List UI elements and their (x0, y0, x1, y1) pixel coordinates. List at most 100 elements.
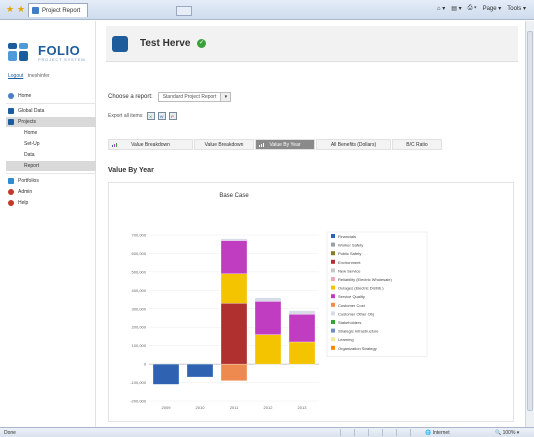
browser-status-bar: Done 🌐 Internet 🔍 100% ▾ (0, 427, 534, 437)
scrollbar-thumb[interactable] (527, 31, 533, 411)
user-info: Logout tneshinfer (8, 73, 50, 79)
section-title: Value By Year (108, 167, 154, 174)
choose-report-label: Choose a report: (108, 94, 153, 100)
zoom-level[interactable]: 🔍 100% ▾ (495, 430, 519, 436)
x-tick-label: 2009 (162, 405, 172, 410)
folio-logo-icon (8, 43, 30, 63)
legend-label: Public Safety (338, 251, 361, 256)
legend-swatch (331, 302, 335, 307)
bar-segment (254, 334, 282, 365)
legend-swatch (331, 251, 335, 256)
legend-swatch (331, 320, 335, 324)
y-tick-label: 600,000 (132, 251, 147, 256)
page-favicon-icon (32, 7, 39, 14)
bar-segment (288, 310, 316, 315)
tab-value-breakdown-1[interactable]: Value Breakdown (108, 139, 193, 150)
bar-segment (220, 363, 248, 381)
project-icon (112, 36, 128, 52)
admin-icon (8, 189, 14, 195)
legend-swatch (331, 294, 335, 299)
legend-label: Outages (Electric Distrib.) (338, 286, 384, 291)
projects-icon (8, 119, 14, 125)
tab-bc-ratio[interactable]: B/C Ratio (392, 139, 442, 150)
global-data-icon (8, 108, 14, 114)
bar-segment (220, 273, 248, 304)
bar-segment (220, 238, 248, 241)
home-icon[interactable]: ⌂ ▾ (437, 5, 445, 12)
report-select[interactable]: Standard Project Report (157, 92, 222, 102)
help-icon (8, 200, 14, 206)
y-tick-label: 400,000 (132, 288, 147, 293)
report-chooser: Choose a report: Standard Project Report… (108, 92, 232, 102)
legend-swatch (331, 268, 335, 273)
add-favorites-icon[interactable]: ★ (17, 5, 25, 14)
bar-segment (152, 363, 180, 385)
legend-swatch (331, 311, 335, 316)
tools-menu[interactable]: Tools ▾ (507, 5, 526, 12)
export-label: Export all items: (108, 113, 144, 119)
sidebar-subitem-data[interactable]: Data (6, 150, 96, 160)
page-menu[interactable]: Page ▾ (483, 5, 502, 12)
sidebar-item-home[interactable]: Home (6, 91, 96, 101)
logo-text: FOLIO (38, 43, 81, 58)
legend-swatch (331, 259, 335, 264)
folio-logo[interactable]: FOLIO PROJECT SYSTEM (8, 41, 90, 67)
status-check-icon: ✓ (197, 39, 206, 48)
bar-segment (254, 301, 282, 335)
tab-value-breakdown-2[interactable]: Value Breakdown (194, 139, 254, 150)
export-excel-icon[interactable]: X (146, 112, 155, 120)
y-tick-label: 200,000 (132, 325, 147, 330)
legend-label: Reliability (Electric Wholesale) (338, 277, 392, 282)
legend-swatch (331, 242, 335, 247)
sidebar-subitem-home[interactable]: Home (6, 128, 96, 138)
legend-label: Worker Safety (338, 243, 363, 248)
chevron-down-icon[interactable]: ▾ (221, 92, 232, 102)
chart-container: Base Case 700,000 600,000 500,000 400,000 300… (108, 182, 514, 422)
print-icon[interactable]: ⎙ ▾ (468, 5, 477, 12)
sidebar-nav: Home Global Data Projects Home Set-Up Da… (6, 91, 96, 209)
portfolios-icon (8, 178, 14, 184)
bar-segment (288, 314, 316, 343)
logo-subtitle: PROJECT SYSTEM (38, 57, 86, 62)
y-tick-label: 500,000 (132, 269, 147, 274)
vertical-scrollbar[interactable] (525, 21, 534, 427)
legend-label: Strategic Infrastructure (338, 329, 379, 334)
home-nav-icon (8, 93, 14, 99)
security-zone: 🌐 Internet (425, 430, 450, 436)
sidebar-item-admin[interactable]: Admin (6, 187, 96, 197)
new-tab-button[interactable] (176, 6, 192, 16)
y-tick-label: 100,000 (132, 343, 147, 348)
legend-label: Learning (338, 337, 354, 342)
favorites-star-icon[interactable]: ★ (6, 5, 14, 14)
legend-swatch (331, 234, 335, 238)
browser-toolbar: ★ ★ Project Report ⌂ ▾ ▤ ▾ ⎙ ▾ Page ▾ To… (0, 0, 534, 20)
x-tick-label: 2010 (196, 405, 206, 410)
legend-swatch (331, 337, 335, 342)
bar-segment (220, 240, 248, 274)
x-tick-label: 2012 (264, 405, 274, 410)
legend-label: Stakeholders (338, 320, 361, 325)
tab-value-by-year[interactable]: Value By Year (255, 139, 315, 150)
sidebar-item-projects[interactable]: Projects (6, 117, 96, 127)
browser-command-bar: ⌂ ▾ ▤ ▾ ⎙ ▾ Page ▾ Tools ▾ (437, 5, 526, 12)
feeds-icon[interactable]: ▤ ▾ (451, 5, 461, 12)
x-tick-label: 2011 (230, 405, 239, 410)
report-tabs: Value Breakdown Value Breakdown Value By… (108, 139, 514, 150)
browser-tab-title: Project Report (42, 7, 81, 14)
y-tick-label: 0 (144, 362, 147, 367)
legend-swatch (331, 277, 335, 281)
y-tick-label: 700,000 (132, 233, 147, 238)
legend-label: Environment (338, 260, 361, 265)
sidebar-subitem-report[interactable]: Report (6, 161, 96, 171)
browser-tab[interactable]: Project Report (28, 3, 88, 17)
export-pdf-icon[interactable]: P (168, 112, 177, 120)
logout-link[interactable]: Logout (8, 73, 23, 79)
y-tick-label: -200,000 (130, 399, 147, 404)
sidebar-item-help[interactable]: Help (6, 198, 96, 208)
sidebar-subitem-setup[interactable]: Set-Up (6, 139, 96, 149)
project-title: Test Herve (140, 38, 191, 49)
sidebar-item-global-data[interactable]: Global Data (6, 106, 96, 116)
export-word-icon[interactable]: W (157, 112, 166, 120)
sidebar-item-portfolios[interactable]: Portfolios (6, 176, 96, 186)
tab-all-benefits[interactable]: All Benefits (Dollars) (316, 139, 391, 150)
